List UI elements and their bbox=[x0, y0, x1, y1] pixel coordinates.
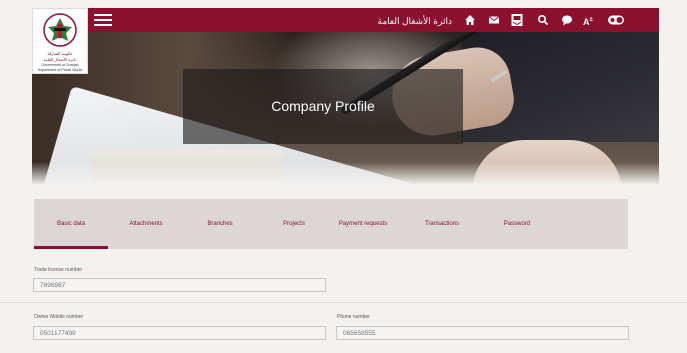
tab-projects[interactable]: Projects bbox=[274, 199, 314, 249]
section-divider bbox=[0, 302, 687, 303]
owner-mobile-label: Owner Mobile number bbox=[34, 314, 84, 320]
menu-icon[interactable] bbox=[94, 12, 112, 28]
tab-attachments[interactable]: Attachments bbox=[118, 199, 174, 249]
tab-password[interactable]: Password bbox=[496, 199, 538, 249]
inbox-icon[interactable] bbox=[510, 12, 524, 28]
page-title: Company Profile bbox=[271, 98, 375, 114]
chat-icon[interactable] bbox=[561, 12, 573, 28]
tab-branches[interactable]: Branches bbox=[199, 199, 241, 249]
home-icon[interactable] bbox=[464, 12, 476, 28]
profile-tabs: Basic data Attachments Branches Projects… bbox=[34, 199, 628, 249]
tab-payment-requests[interactable]: Payment requests bbox=[328, 199, 398, 249]
logo-text-arabic-1: حكومة الشارقة bbox=[47, 51, 73, 56]
tab-basic-data[interactable]: Basic data bbox=[34, 199, 108, 249]
mail-icon[interactable] bbox=[488, 12, 500, 28]
department-name[interactable]: دائرة الأشغال العامة bbox=[372, 14, 452, 28]
search-icon[interactable] bbox=[537, 12, 549, 28]
hero-fade bbox=[32, 162, 659, 184]
government-logo[interactable]: حكومة الشارقة دائرة الأشغال العامة Gover… bbox=[32, 8, 88, 74]
logo-text-english-2: Department of Public Works bbox=[37, 68, 83, 72]
trade-license-label: Trade license number bbox=[34, 267, 83, 273]
phone-number-input[interactable] bbox=[336, 326, 629, 340]
tab-transactions[interactable]: Transactions bbox=[414, 199, 470, 249]
emblem-icon bbox=[43, 13, 77, 47]
contrast-toggle-icon[interactable] bbox=[607, 12, 625, 28]
phone-number-label: Phone number bbox=[337, 314, 370, 320]
page-title-box: Company Profile bbox=[183, 69, 463, 144]
owner-mobile-input[interactable] bbox=[33, 326, 326, 340]
trade-license-input[interactable] bbox=[33, 278, 326, 292]
text-size-icon[interactable]: A± bbox=[583, 12, 599, 28]
